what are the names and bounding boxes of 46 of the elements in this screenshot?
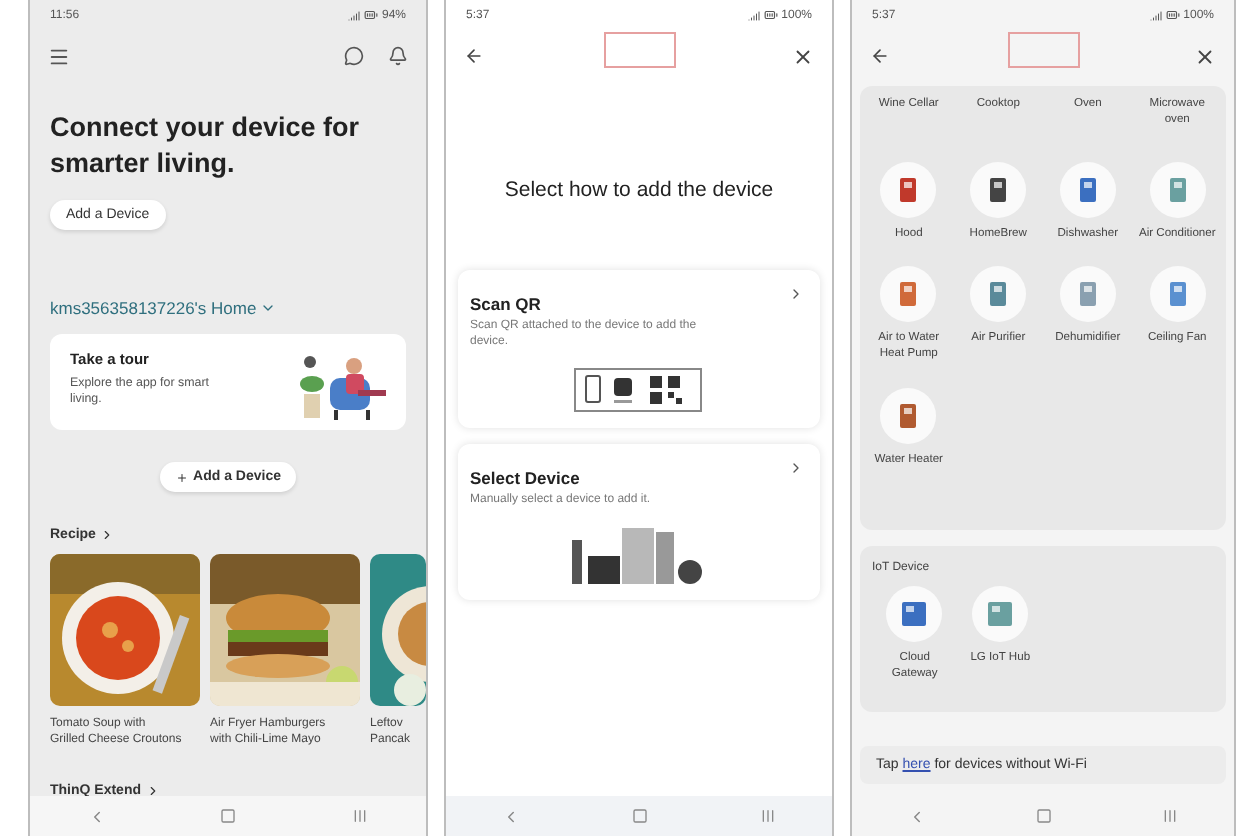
appliance-icon bbox=[896, 175, 921, 204]
home-selector[interactable]: kms356358137226's Home bbox=[50, 298, 277, 319]
chevron-right-icon bbox=[788, 459, 804, 476]
appliance-icon bbox=[902, 599, 927, 628]
back-arrow-icon[interactable] bbox=[870, 46, 890, 66]
recents-icon[interactable] bbox=[1162, 808, 1179, 824]
battery-icon bbox=[1165, 8, 1180, 22]
chevron-right-icon bbox=[99, 528, 114, 543]
bell-icon[interactable] bbox=[388, 46, 408, 66]
lounge-chair-drawing bbox=[298, 350, 390, 423]
signal-icon bbox=[1149, 9, 1162, 21]
appliance-icon bbox=[1075, 175, 1100, 204]
chevron-right-icon bbox=[788, 286, 804, 302]
close-icon[interactable] bbox=[792, 45, 814, 67]
home-icon[interactable] bbox=[632, 808, 648, 824]
appliance-icon bbox=[988, 599, 1013, 628]
back-arrow-icon[interactable] bbox=[464, 46, 484, 66]
plus-icon bbox=[175, 471, 188, 484]
tag-frame bbox=[1007, 32, 1079, 68]
tag-frame bbox=[603, 32, 675, 68]
qr-guide-drawing bbox=[573, 367, 701, 412]
appliance-icon bbox=[1075, 280, 1100, 309]
option-title: Select Device bbox=[470, 467, 580, 488]
chevron-right-icon bbox=[145, 784, 159, 799]
home-icon[interactable] bbox=[1035, 808, 1052, 824]
recents-icon[interactable] bbox=[352, 808, 369, 824]
close-icon[interactable] bbox=[1194, 45, 1216, 67]
appliance-icon bbox=[986, 280, 1011, 309]
appliance-icon bbox=[1165, 280, 1190, 309]
home-icon[interactable] bbox=[220, 808, 237, 824]
appliance-icon bbox=[1165, 175, 1190, 204]
battery-icon bbox=[363, 8, 378, 22]
headline: Connect your device for smarter living. bbox=[50, 110, 362, 181]
page-title: Select how to add the device bbox=[502, 178, 776, 202]
back-icon[interactable] bbox=[502, 807, 520, 825]
signal-icon bbox=[347, 9, 360, 21]
recents-icon[interactable] bbox=[760, 808, 776, 824]
signal-icon bbox=[747, 9, 760, 21]
battery-icon bbox=[763, 8, 778, 22]
appliances-drawing bbox=[567, 524, 707, 585]
menu-icon[interactable] bbox=[48, 45, 70, 67]
appliance-icon bbox=[896, 402, 921, 431]
appliance-icon bbox=[986, 175, 1011, 204]
option-title: Scan QR bbox=[470, 294, 541, 314]
appliance-icon bbox=[896, 280, 921, 309]
chat-icon[interactable] bbox=[344, 46, 364, 66]
